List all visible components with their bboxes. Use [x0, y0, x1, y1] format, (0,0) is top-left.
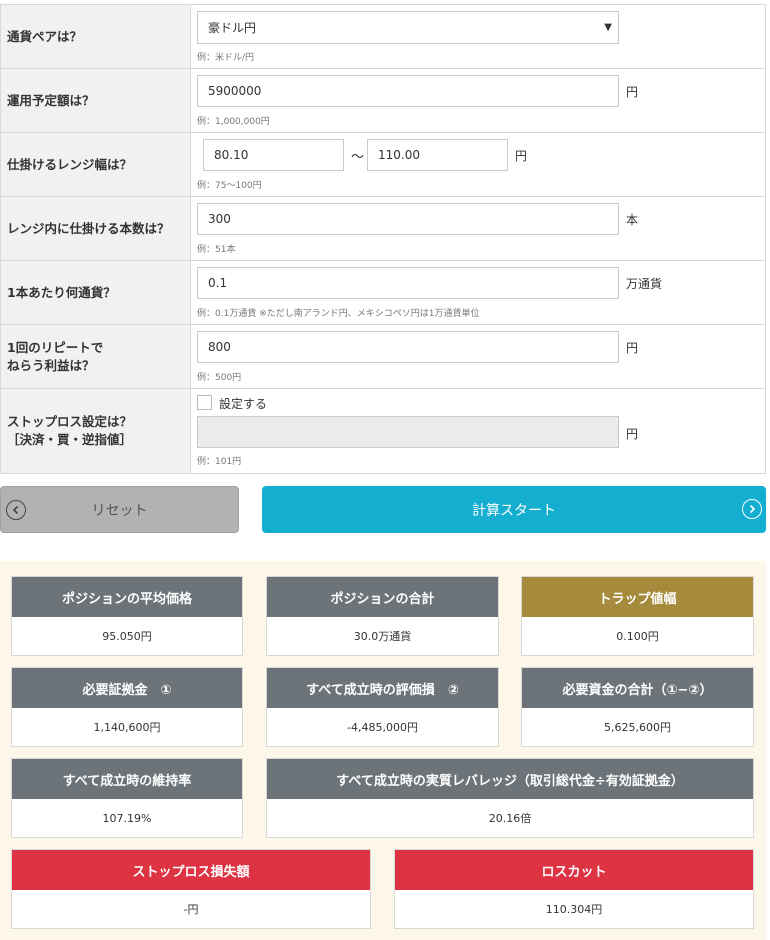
avg-price-title: ポジションの平均価格: [12, 577, 242, 617]
avg-price-value: 95.050円: [102, 630, 152, 643]
range-hint: 例：75〜100円: [197, 181, 262, 191]
range-label: 仕掛けるレンジ幅は？: [1, 133, 191, 196]
profit-label-line2: ねらう利益は？: [7, 357, 95, 373]
stoploss-amount-title: ストップロス損失額: [12, 850, 370, 890]
range-high-input[interactable]: 110.00: [367, 139, 508, 171]
profit-input[interactable]: 800: [197, 331, 619, 363]
profit-hint: 例：500円: [197, 373, 242, 383]
range-unit: 円: [515, 149, 528, 163]
budget-input[interactable]: 5900000: [197, 75, 619, 107]
stoploss-checkbox-label[interactable]: 設定する: [219, 395, 267, 412]
reset-button-label: リセット: [91, 502, 148, 519]
eval-loss-value: -4,485,000円: [347, 721, 418, 734]
eval-loss-title: すべて成立時の評価損 ②: [267, 668, 498, 708]
row-range: 仕掛けるレンジ幅は？ 80.10 〜 110.00 円 例：75〜100円: [1, 133, 765, 197]
trap-width-title: トラップ値幅: [522, 577, 753, 617]
row-count: レンジ内に仕掛ける本数は？ 300 本 例：51本: [1, 197, 765, 261]
margin-card: 必要証拠金 ① 1,140,600円: [11, 667, 243, 747]
stoploss-input[interactable]: [197, 416, 619, 448]
total-funds-value: 5,625,600円: [604, 721, 671, 734]
chevron-down-icon: ▼: [604, 22, 612, 33]
trap-width-value: 0.100円: [616, 630, 659, 643]
losscut-title: ロスカット: [395, 850, 753, 890]
currency-pair-hint: 例：米ドル/円: [197, 53, 255, 63]
total-funds-title: 必要資金の合計（①−②）: [522, 668, 753, 708]
per-trap-input[interactable]: 0.1: [197, 267, 619, 299]
total-position-card: ポジションの合計 30.0万通貨: [266, 576, 499, 656]
eval-loss-card: すべて成立時の評価損 ② -4,485,000円: [266, 667, 499, 747]
range-tilde: 〜: [351, 150, 365, 165]
leverage-title: すべて成立時の実質レバレッジ（取引総代金÷有効証拠金）: [267, 759, 753, 799]
losscut-card: ロスカット 110.304円: [394, 849, 754, 929]
profit-label-line1: 1回のリピートで: [7, 339, 104, 355]
stoploss-amount-card: ストップロス損失額 -円: [11, 849, 371, 929]
row-stoploss: ストップロス設定は？ ［決済・買・逆指値］ 設定する 円 例：101円: [1, 389, 765, 474]
budget-unit: 円: [626, 85, 639, 99]
calculate-start-button[interactable]: 計算スタート: [262, 486, 766, 533]
stoploss-label: ストップロス設定は？ ［決済・買・逆指値］: [1, 389, 191, 473]
count-unit: 本: [626, 213, 639, 227]
losscut-value: 110.304円: [545, 903, 603, 916]
stoploss-checkbox[interactable]: [197, 395, 212, 410]
total-funds-card: 必要資金の合計（①−②） 5,625,600円: [521, 667, 754, 747]
margin-value: 1,140,600円: [93, 721, 161, 734]
chevron-right-circle-icon: [742, 499, 762, 519]
reset-button[interactable]: リセット: [0, 486, 239, 533]
avg-price-card: ポジションの平均価格 95.050円: [11, 576, 243, 656]
budget-hint: 例：1,000,000円: [197, 117, 270, 127]
total-position-title: ポジションの合計: [267, 577, 498, 617]
calculator-form: 通貨ペアは？ 豪ドル円 ▼ 例：米ドル/円 運用予定額は？ 5900000 円 …: [0, 4, 766, 474]
count-input[interactable]: 300: [197, 203, 619, 235]
count-hint: 例：51本: [197, 245, 236, 255]
leverage-value: 20.16倍: [488, 812, 532, 825]
total-position-value: 30.0万通貨: [353, 630, 412, 643]
per-trap-label: 1本あたり何通貨？: [1, 261, 191, 324]
trap-width-card: トラップ値幅 0.100円: [521, 576, 754, 656]
maintenance-value: 107.19%: [102, 811, 152, 825]
row-budget: 運用予定額は？ 5900000 円 例：1,000,000円: [1, 69, 765, 133]
per-trap-unit: 万通貨: [626, 277, 663, 291]
stoploss-amount-value: -円: [183, 903, 199, 916]
stoploss-unit: 円: [626, 427, 639, 441]
calculate-start-label: 計算スタート: [472, 502, 556, 519]
budget-label: 運用予定額は？: [1, 69, 191, 132]
stoploss-label-line2: ［決済・買・逆指値］: [7, 432, 133, 447]
maintenance-card: すべて成立時の維持率 107.19%: [11, 758, 243, 838]
stoploss-label-line1: ストップロス設定は？: [7, 414, 133, 429]
row-currency-pair: 通貨ペアは？ 豪ドル円 ▼ 例：米ドル/円: [1, 5, 765, 69]
profit-label: 1回のリピートで ねらう利益は？: [1, 325, 191, 388]
count-label: レンジ内に仕掛ける本数は？: [1, 197, 191, 260]
stoploss-hint: 例：101円: [197, 457, 242, 467]
row-profit: 1回のリピートで ねらう利益は？ 800 円 例：500円: [1, 325, 765, 389]
currency-pair-value: 豪ドル円: [208, 21, 257, 35]
profit-unit: 円: [626, 341, 639, 355]
chevron-left-circle-icon: [6, 500, 26, 520]
maintenance-title: すべて成立時の維持率: [12, 759, 242, 799]
leverage-card: すべて成立時の実質レバレッジ（取引総代金÷有効証拠金） 20.16倍: [266, 758, 754, 838]
range-low-input[interactable]: 80.10: [203, 139, 344, 171]
row-per-trap: 1本あたり何通貨？ 0.1 万通貨 例：0.1万通貨 ※ただし南アランド円、メキ…: [1, 261, 765, 325]
currency-pair-label: 通貨ペアは？: [1, 5, 191, 68]
margin-title: 必要証拠金 ①: [12, 668, 242, 708]
currency-pair-select[interactable]: 豪ドル円 ▼: [197, 11, 619, 44]
per-trap-hint: 例：0.1万通貨 ※ただし南アランド円、メキシコペソ円は1万通貨単位: [197, 309, 480, 319]
results-panel: ポジションの平均価格 95.050円 ポジションの合計 30.0万通貨 トラップ…: [0, 561, 766, 940]
